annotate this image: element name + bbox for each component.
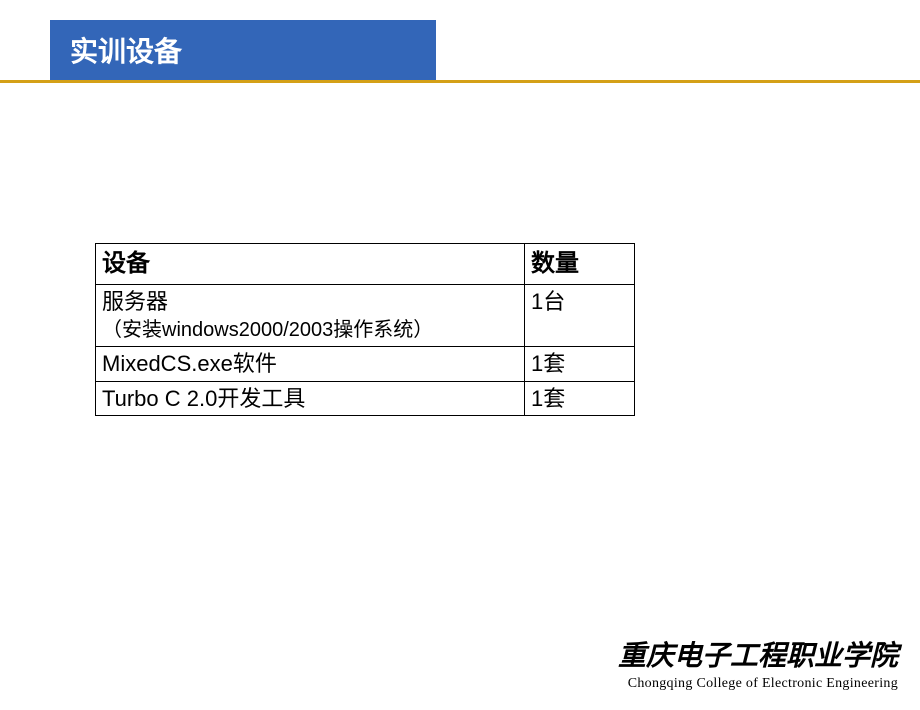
equipment-note: （安装windows2000/2003操作系统） [102,317,518,344]
equipment-name: MixedCS.exe软件 [102,351,277,376]
equipment-name: 服务器 [102,287,518,317]
equipment-table-container: 设备 数量 服务器 （安装windows2000/2003操作系统） 1台 Mi… [95,243,635,416]
cell-equipment: 服务器 （安装windows2000/2003操作系统） [96,285,525,347]
table-row: Turbo C 2.0开发工具 1套 [96,381,635,416]
cell-equipment: MixedCS.exe软件 [96,347,525,382]
header-equipment: 设备 [96,244,525,285]
table-header-row: 设备 数量 [96,244,635,285]
slide-title-text: 实训设备 [70,36,182,67]
header-quantity: 数量 [525,244,635,285]
slide-title: 实训设备 [50,20,436,80]
table-row: MixedCS.exe软件 1套 [96,347,635,382]
title-underline [0,80,920,83]
cell-quantity: 1套 [525,381,635,416]
cell-quantity: 1台 [525,285,635,347]
footer: 重庆电子工程职业学院 Chongqing College of Electron… [618,634,898,692]
cell-quantity: 1套 [525,347,635,382]
table-row: 服务器 （安装windows2000/2003操作系统） 1台 [96,285,635,347]
equipment-table: 设备 数量 服务器 （安装windows2000/2003操作系统） 1台 Mi… [95,243,635,416]
college-logo-cn: 重庆电子工程职业学院 [618,634,898,674]
equipment-name: Turbo C 2.0开发工具 [102,386,305,411]
cell-equipment: Turbo C 2.0开发工具 [96,381,525,416]
